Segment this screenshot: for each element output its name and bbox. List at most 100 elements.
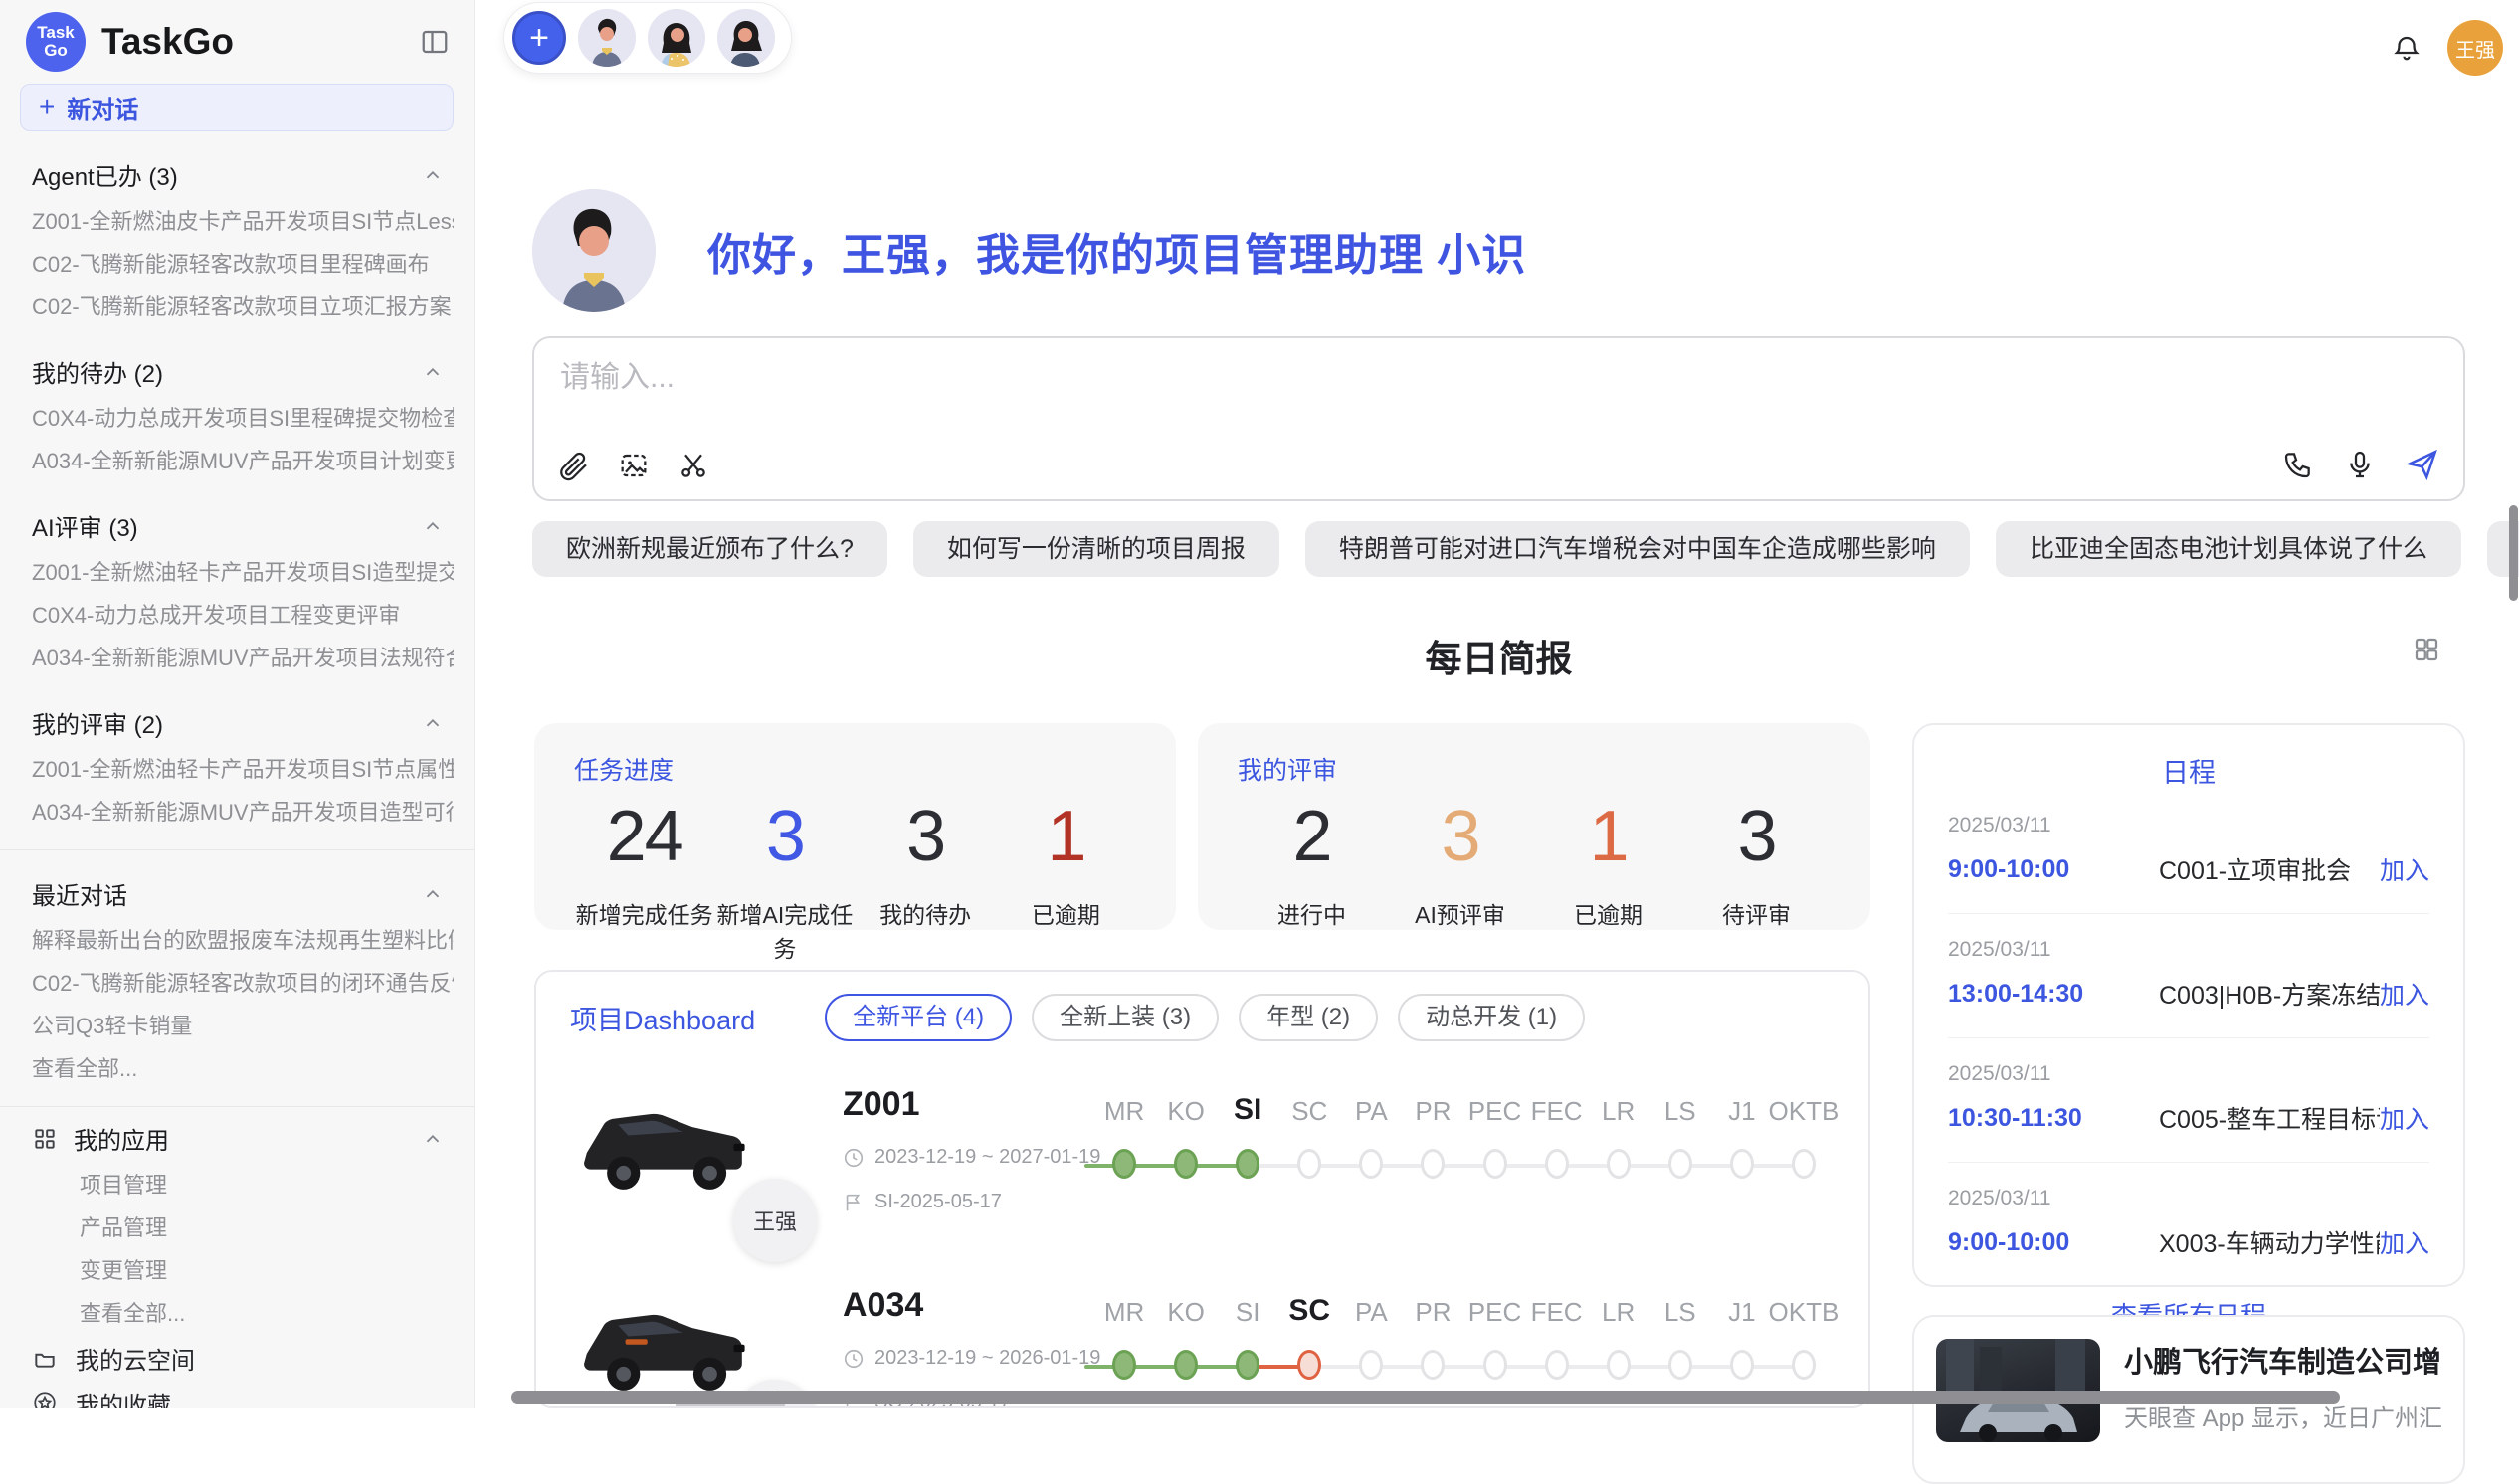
avatar[interactable] xyxy=(717,9,775,67)
milestone: PEC xyxy=(1463,1087,1525,1179)
scissors-icon[interactable] xyxy=(678,450,709,481)
chevron-up-icon[interactable] xyxy=(422,515,444,537)
join-link[interactable]: 加入 xyxy=(2380,851,2429,887)
section-agent-done[interactable]: Agent已办 (3) xyxy=(32,157,444,192)
horizontal-scrollbar[interactable] xyxy=(511,1391,2340,1404)
schedule-entry: 2025/03/11 10:30-11:30 C005-整车工程目标评审 加入 xyxy=(1948,1062,2429,1163)
sidebar-item-change-mgmt[interactable]: 变更管理 xyxy=(20,1249,454,1292)
stat-label: 待评审 xyxy=(1682,896,1831,930)
chevron-up-icon[interactable] xyxy=(422,1128,444,1150)
milestone: J1 xyxy=(1711,1087,1773,1179)
sidebar-item-label: 我的云空间 xyxy=(76,1341,195,1376)
vertical-scrollbar[interactable] xyxy=(2509,505,2518,601)
section-ai-review[interactable]: AI评审 (3) xyxy=(32,508,444,543)
milestone: PR xyxy=(1402,1087,1463,1179)
sidebar-collapse-icon[interactable] xyxy=(420,27,450,57)
milestone: PA xyxy=(1340,1288,1402,1380)
milestone: KO xyxy=(1155,1288,1217,1380)
chevron-up-icon[interactable] xyxy=(422,361,444,383)
dashboard-tabs: 全新平台 (4) 全新上装 (3) 年型 (2) 动总开发 (1) xyxy=(825,994,1585,1041)
milestone-dot xyxy=(1174,1350,1198,1380)
suggestion-chip[interactable]: 比亚迪全固态电池计划具体说了什么 xyxy=(1996,521,2461,577)
add-session-button[interactable]: + xyxy=(512,11,566,65)
milestone-label: LR xyxy=(1602,1288,1635,1328)
stat-label: 新增完成任务 xyxy=(574,896,714,930)
entry-date: 2025/03/11 xyxy=(1948,938,2429,962)
entry-title: C005-整车工程目标评审 xyxy=(2159,1100,2380,1136)
suggestion-chip[interactable]: 特朗普可能对进口汽车增税会对中国车企造成哪些影响 xyxy=(1305,521,1970,577)
chevron-up-icon[interactable] xyxy=(422,712,444,734)
list-item[interactable]: A034-全新新能源MUV产品开发项目造型可行性评审 xyxy=(20,791,454,834)
avatar[interactable] xyxy=(648,9,705,67)
avatar[interactable] xyxy=(578,9,636,67)
entry-time: 10:30-11:30 xyxy=(1948,1104,2159,1133)
join-link[interactable]: 加入 xyxy=(2380,1100,2429,1136)
milestone-dot xyxy=(1792,1149,1816,1179)
project-row[interactable]: 王强 A034 2023-12-19 ~ 2026-01-19 SC-2025-… xyxy=(570,1282,1835,1408)
milestone-dot xyxy=(1483,1350,1507,1380)
schedule-entry: 2025/03/11 9:00-10:00 C001-立项审批会 加入 xyxy=(1948,814,2429,914)
sidebar: Task Go TaskGo + 新对话 Agent已办 (3) Z001-全新… xyxy=(0,0,475,1408)
milestone-label: KO xyxy=(1167,1288,1205,1328)
tab-model-year[interactable]: 年型 (2) xyxy=(1239,994,1378,1041)
suggestion-chips: 欧洲新规最近颁布了什么? 如何写一份清晰的项目周报 特朗普可能对进口汽车增税会对… xyxy=(532,521,2465,577)
milestone-dot xyxy=(1607,1350,1631,1380)
clock-icon xyxy=(843,1147,865,1169)
image-upload-icon[interactable] xyxy=(618,450,650,481)
entry-title: C001-立项审批会 xyxy=(2159,851,2380,887)
microphone-icon[interactable] xyxy=(2344,449,2376,480)
list-item[interactable]: Z001-全新燃油轻卡产品开发项目SI节点属性5D文件评审 xyxy=(20,748,454,791)
section-my-review[interactable]: 我的评审 (2) xyxy=(32,705,444,740)
my-review-card: 我的评审 2 进行中 3 AI预评审 1 已逾期 3 待评审 xyxy=(1198,723,1870,930)
list-item[interactable]: A034-全新新能源MUV产品开发项目法规符合性评审 xyxy=(20,637,454,679)
sidebar-item-product-mgmt[interactable]: 产品管理 xyxy=(20,1206,454,1249)
list-item[interactable]: 公司Q3轻卡销量 xyxy=(20,1005,454,1047)
chevron-up-icon[interactable] xyxy=(422,164,444,186)
phone-call-icon[interactable] xyxy=(2282,449,2314,480)
entry-title: X003-车辆动力学性能验... xyxy=(2159,1224,2380,1260)
section-recent-chats[interactable]: 最近对话 xyxy=(32,876,444,911)
notification-bell-icon[interactable] xyxy=(2392,33,2422,63)
list-item[interactable]: 查看全部... xyxy=(20,1047,454,1090)
sidebar-item-view-all-apps[interactable]: 查看全部... xyxy=(20,1292,454,1335)
list-item[interactable]: C02-飞腾新能源轻客改款项目的闭环通告反馈情况 xyxy=(20,962,454,1005)
app-grid-icon xyxy=(32,1126,58,1152)
chevron-up-icon[interactable] xyxy=(422,883,444,905)
list-item[interactable]: 解释最新出台的欧盟报废车法规再生塑料比例被调至15%... xyxy=(20,919,454,962)
suggestion-chip[interactable]: 如何写一份清晰的项目周报 xyxy=(913,521,1279,577)
sidebar-item-cloud-space[interactable]: 我的云空间 xyxy=(20,1335,454,1381)
project-row[interactable]: 王强 Z001 2023-12-19 ~ 2027-01-19 SI-2025-… xyxy=(570,1081,1835,1248)
join-link[interactable]: 加入 xyxy=(2380,976,2429,1012)
favorites-icon xyxy=(32,1391,58,1408)
list-item[interactable]: Z001-全新燃油轻卡产品开发项目SI造型提交物评审 xyxy=(20,551,454,594)
milestone: LR xyxy=(1588,1288,1649,1380)
tab-all-new-platform[interactable]: 全新平台 (4) xyxy=(825,994,1012,1041)
sidebar-item-project-mgmt[interactable]: 项目管理 xyxy=(20,1164,454,1206)
list-item[interactable]: A034-全新新能源MUV产品开发项目计划变更表编写 xyxy=(20,440,454,482)
section-my-todo[interactable]: 我的待办 (2) xyxy=(32,354,444,389)
send-icon[interactable] xyxy=(2406,448,2439,481)
milestone-dot xyxy=(1668,1350,1692,1380)
tab-new-body[interactable]: 全新上装 (3) xyxy=(1032,994,1219,1041)
list-item[interactable]: Z001-全新燃油皮卡产品开发项目SI节点Lesson Learn报告 xyxy=(20,200,454,243)
list-item[interactable]: C02-飞腾新能源轻客改款项目立项汇报方案 xyxy=(20,285,454,328)
new-chat-button[interactable]: + 新对话 xyxy=(20,84,454,131)
list-item[interactable]: C02-飞腾新能源轻客改款项目里程碑画布 xyxy=(20,243,454,285)
section-my-apps[interactable]: 我的应用 xyxy=(32,1121,444,1156)
milestone-label: KO xyxy=(1167,1087,1205,1127)
tab-powertrain-dev[interactable]: 动总开发 (1) xyxy=(1398,994,1585,1041)
suggestion-chip[interactable]: 欧洲新规最近颁布了什么? xyxy=(532,521,887,577)
attachment-icon[interactable] xyxy=(558,450,590,481)
list-item[interactable]: C0X4-动力总成开发项目SI里程碑提交物检查 xyxy=(20,397,454,440)
milestone-label: SI xyxy=(1234,1087,1261,1127)
sidebar-item-favorites[interactable]: 我的收藏 xyxy=(20,1381,454,1408)
stat-ai-prereview: 3 AI预评审 xyxy=(1386,801,1534,930)
milestone-dot xyxy=(1483,1149,1507,1179)
join-link[interactable]: 加入 xyxy=(2380,1224,2429,1260)
layout-grid-icon[interactable] xyxy=(2412,635,2441,664)
entry-title: C003|H0B-方案冻结评审 xyxy=(2159,976,2380,1012)
chat-input[interactable] xyxy=(558,360,1756,396)
user-avatar[interactable]: 王强 xyxy=(2447,20,2503,76)
list-item[interactable]: C0X4-动力总成开发项目工程变更评审 xyxy=(20,594,454,637)
stat-value: 2 xyxy=(1238,801,1386,872)
